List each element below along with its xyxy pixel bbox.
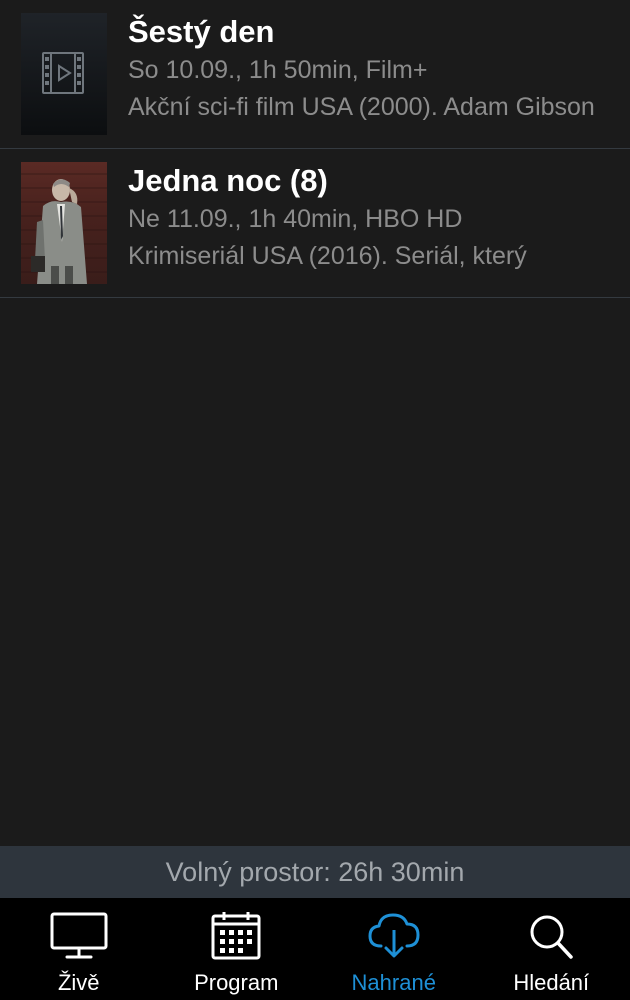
tv-monitor-icon <box>50 912 108 959</box>
recording-title: Jedna noc (8) <box>128 163 328 198</box>
recording-item-jedna-noc[interactable]: Jedna noc (8) Ne 11.09., 1h 40min, HBO H… <box>0 149 630 298</box>
recording-description: Akční sci-fi film USA (2000). Adam Gibso… <box>128 93 595 121</box>
tab-label: Nahrané <box>351 970 436 995</box>
photo-man-on-phone <box>21 173 107 284</box>
tab-label: Program <box>194 970 279 995</box>
search-icon <box>530 915 573 959</box>
tab-label: Živě <box>57 970 100 995</box>
recordings-screen: Šestý den So 10.09., 1h 50min, Film+ Akč… <box>0 0 630 1000</box>
tab-program[interactable]: Program <box>158 898 316 1000</box>
recording-thumbnail <box>21 162 107 284</box>
recording-thumbnail <box>21 13 107 135</box>
recording-meta: So 10.09., 1h 50min, Film+ <box>128 56 428 84</box>
free-space-indicator: Volný prostor: 26h 30min <box>0 846 630 898</box>
recordings-list: Šestý den So 10.09., 1h 50min, Film+ Akč… <box>0 0 630 298</box>
film-placeholder-icon <box>42 52 84 94</box>
calendar-icon <box>211 912 261 960</box>
tab-label: Hledání <box>513 970 590 995</box>
recording-title: Šestý den <box>128 14 275 49</box>
bottom-tab-bar: Živě Program Nahrané Hledání <box>0 898 630 1000</box>
tab-recorded[interactable]: Nahrané <box>315 898 473 1000</box>
recording-description: Krimiseriál USA (2016). Seriál, který <box>128 242 527 270</box>
tab-live[interactable]: Živě <box>0 898 158 1000</box>
tab-search[interactable]: Hledání <box>473 898 630 1000</box>
recording-meta: Ne 11.09., 1h 40min, HBO HD <box>128 205 463 233</box>
recording-item-sesty-den[interactable]: Šestý den So 10.09., 1h 50min, Film+ Akč… <box>0 0 630 149</box>
cloud-download-icon <box>368 913 420 958</box>
